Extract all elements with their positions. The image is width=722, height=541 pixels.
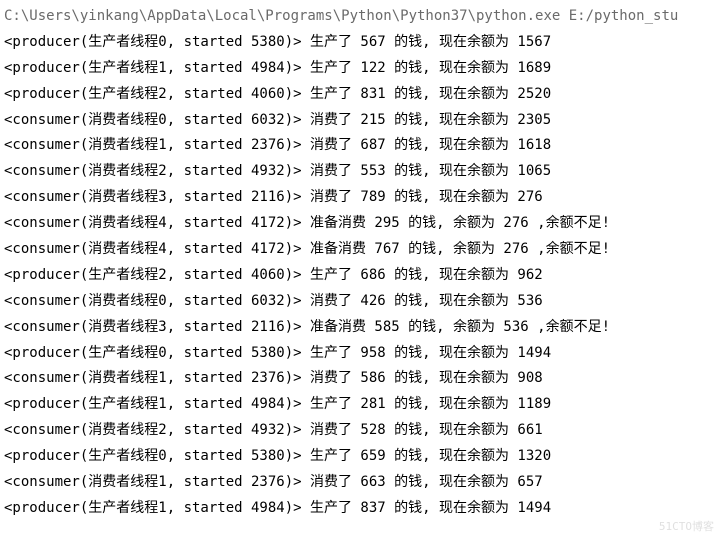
output-line: <consumer(消费者线程0, started 6032)> 消费了 215… <box>4 108 718 134</box>
output-line: <producer(生产者线程0, started 5380)> 生产了 567… <box>4 30 718 56</box>
output-line: <producer(生产者线程0, started 5380)> 生产了 659… <box>4 444 718 470</box>
output-line: <producer(生产者线程1, started 4984)> 生产了 837… <box>4 496 718 522</box>
output-line: <producer(生产者线程0, started 5380)> 生产了 958… <box>4 341 718 367</box>
output-line: <producer(生产者线程1, started 4984)> 生产了 281… <box>4 392 718 418</box>
output-line: <consumer(消费者线程1, started 2376)> 消费了 586… <box>4 366 718 392</box>
output-line: <consumer(消费者线程2, started 4932)> 消费了 553… <box>4 159 718 185</box>
output-line: <consumer(消费者线程0, started 6032)> 消费了 426… <box>4 289 718 315</box>
output-line: <consumer(消费者线程3, started 2116)> 消费了 789… <box>4 185 718 211</box>
output-line: <consumer(消费者线程3, started 2116)> 准备消费 58… <box>4 315 718 341</box>
output-line: <producer(生产者线程2, started 4060)> 生产了 831… <box>4 82 718 108</box>
output-line: <consumer(消费者线程1, started 2376)> 消费了 687… <box>4 133 718 159</box>
command-line: C:\Users\yinkang\AppData\Local\Programs\… <box>4 4 718 30</box>
output-line: <producer(生产者线程2, started 4060)> 生产了 686… <box>4 263 718 289</box>
output-line: <consumer(消费者线程4, started 4172)> 准备消费 76… <box>4 237 718 263</box>
output-line: <consumer(消费者线程1, started 2376)> 消费了 663… <box>4 470 718 496</box>
output-line: <consumer(消费者线程4, started 4172)> 准备消费 29… <box>4 211 718 237</box>
watermark: 51CTO博客 <box>659 517 714 537</box>
output-line: <producer(生产者线程1, started 4984)> 生产了 122… <box>4 56 718 82</box>
output-line: <consumer(消费者线程2, started 4932)> 消费了 528… <box>4 418 718 444</box>
console-output: <producer(生产者线程0, started 5380)> 生产了 567… <box>4 30 718 522</box>
